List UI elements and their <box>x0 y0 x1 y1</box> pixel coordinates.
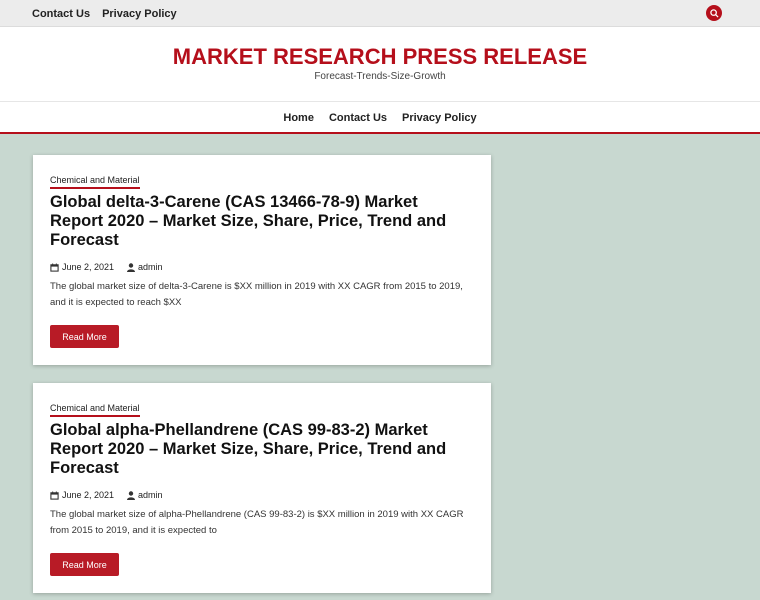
nav-item-contact-us[interactable]: Contact Us <box>329 112 387 124</box>
post-author[interactable]: admin <box>138 490 163 500</box>
post-title[interactable]: Global alpha-Phellandrene (CAS 99-83-2) … <box>50 421 470 478</box>
post-card: Chemical and Material Global alpha-Phell… <box>33 383 491 593</box>
calendar-icon <box>50 262 59 272</box>
main-nav: Home Contact Us Privacy Policy <box>0 102 760 134</box>
post-title[interactable]: Global delta-3-Carene (CAS 13466-78-9) M… <box>50 193 470 250</box>
nav-item-home[interactable]: Home <box>283 112 314 124</box>
post-author[interactable]: admin <box>138 262 163 272</box>
site-title[interactable]: MARKET RESEARCH PRESS RELEASE <box>0 44 760 70</box>
nav-links: Home Contact Us Privacy Policy <box>0 102 760 134</box>
top-links: Contact Us Privacy Policy <box>32 0 177 27</box>
post-excerpt: The global market size of alpha-Phelland… <box>50 509 464 536</box>
site-header: MARKET RESEARCH PRESS RELEASE Forecast-T… <box>0 27 760 102</box>
site-tagline: Forecast-Trends-Size-Growth <box>314 71 446 82</box>
top-link-privacy-policy[interactable]: Privacy Policy <box>102 8 177 20</box>
search-button[interactable] <box>706 5 722 21</box>
post-category[interactable]: Chemical and Material <box>50 175 140 189</box>
post-date[interactable]: June 2, 2021 <box>62 262 114 272</box>
post-card: Chemical and Material Global delta-3-Car… <box>33 155 491 365</box>
search-icon <box>709 8 719 18</box>
nav-item-privacy-policy[interactable]: Privacy Policy <box>402 112 477 124</box>
post-category[interactable]: Chemical and Material <box>50 403 140 417</box>
user-icon <box>127 262 136 272</box>
top-link-contact-us[interactable]: Contact Us <box>32 8 90 20</box>
read-more-button[interactable]: Read More <box>50 325 119 348</box>
top-bar: Contact Us Privacy Policy <box>0 0 760 27</box>
post-date[interactable]: June 2, 2021 <box>62 490 114 500</box>
calendar-icon <box>50 490 59 500</box>
post-meta: June 2, 2021 admin <box>50 262 163 272</box>
read-more-button[interactable]: Read More <box>50 553 119 576</box>
user-icon <box>127 490 136 500</box>
post-meta: June 2, 2021 admin <box>50 490 163 500</box>
post-excerpt: The global market size of delta-3-Carene… <box>50 281 463 308</box>
